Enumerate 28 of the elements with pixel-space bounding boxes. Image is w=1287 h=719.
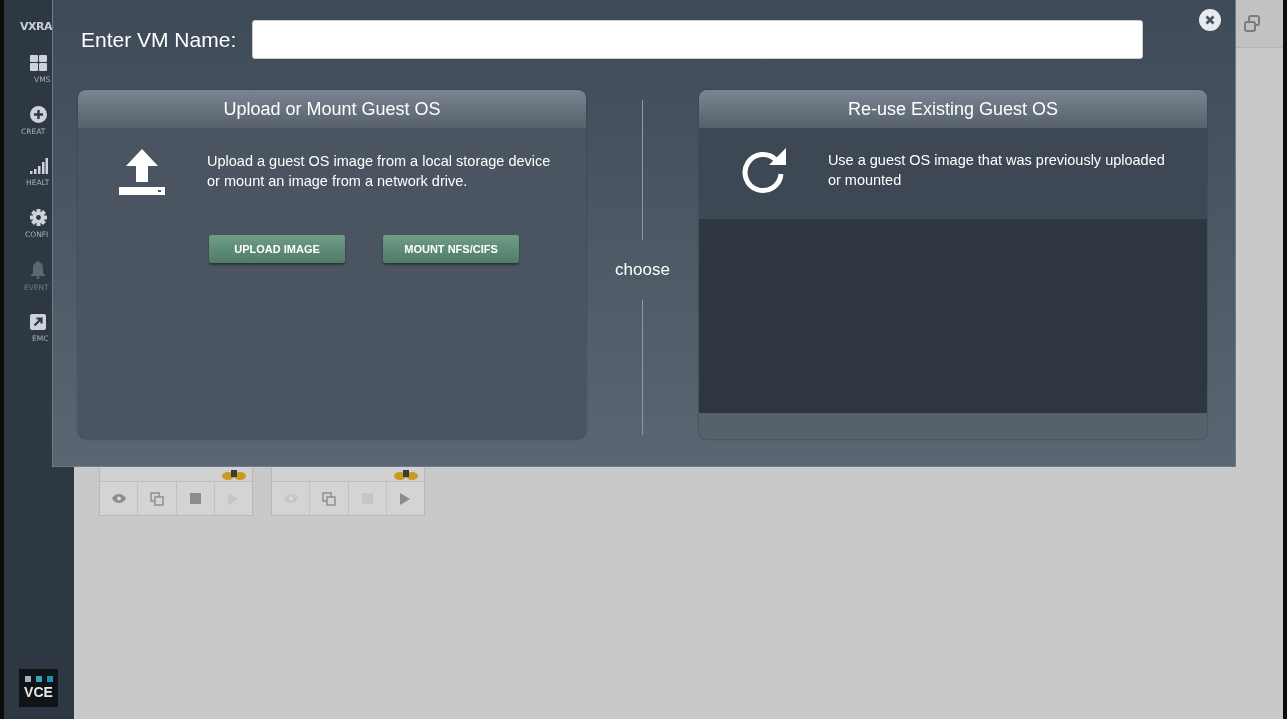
grid-icon: [30, 55, 47, 71]
mascot-icon: [394, 470, 418, 480]
external-link-icon: [30, 314, 46, 330]
vm-name-field[interactable]: [252, 20, 1143, 59]
settings-icon: [30, 209, 47, 226]
panel-title: Upload or Mount Guest OS: [78, 90, 587, 128]
panel-title: Re-use Existing Guest OS: [698, 90, 1207, 128]
signal-icon: [30, 158, 48, 174]
bell-icon: [30, 261, 46, 279]
option-description: Use a guest OS image that was previously uploaded or mounted: [827, 151, 1165, 190]
close-icon[interactable]: [1199, 9, 1221, 31]
action-button[interactable]: MOUNT NFS/CIFS: [383, 235, 519, 263]
separator-label: choose: [615, 260, 670, 280]
upload-icon: [119, 149, 165, 196]
product-logo: VXRA: [20, 20, 52, 33]
field-label: Enter VM Name:: [81, 27, 237, 52]
refresh-icon: [739, 146, 786, 194]
stop-icon: [189, 493, 201, 504]
mascot-icon: [222, 470, 246, 480]
action-button[interactable]: UPLOAD IMAGE: [209, 235, 345, 263]
vce-logo: VCE: [19, 669, 58, 707]
option-description: Upload a guest OS image from a local storage device or mount an image from a network drive.: [207, 152, 551, 191]
copy-icon: [149, 491, 164, 506]
restore-icon[interactable]: [1243, 15, 1261, 32]
copy-icon: [321, 491, 336, 506]
add-icon: [30, 106, 47, 123]
play-icon: [400, 492, 411, 505]
eye-icon: [111, 494, 126, 503]
